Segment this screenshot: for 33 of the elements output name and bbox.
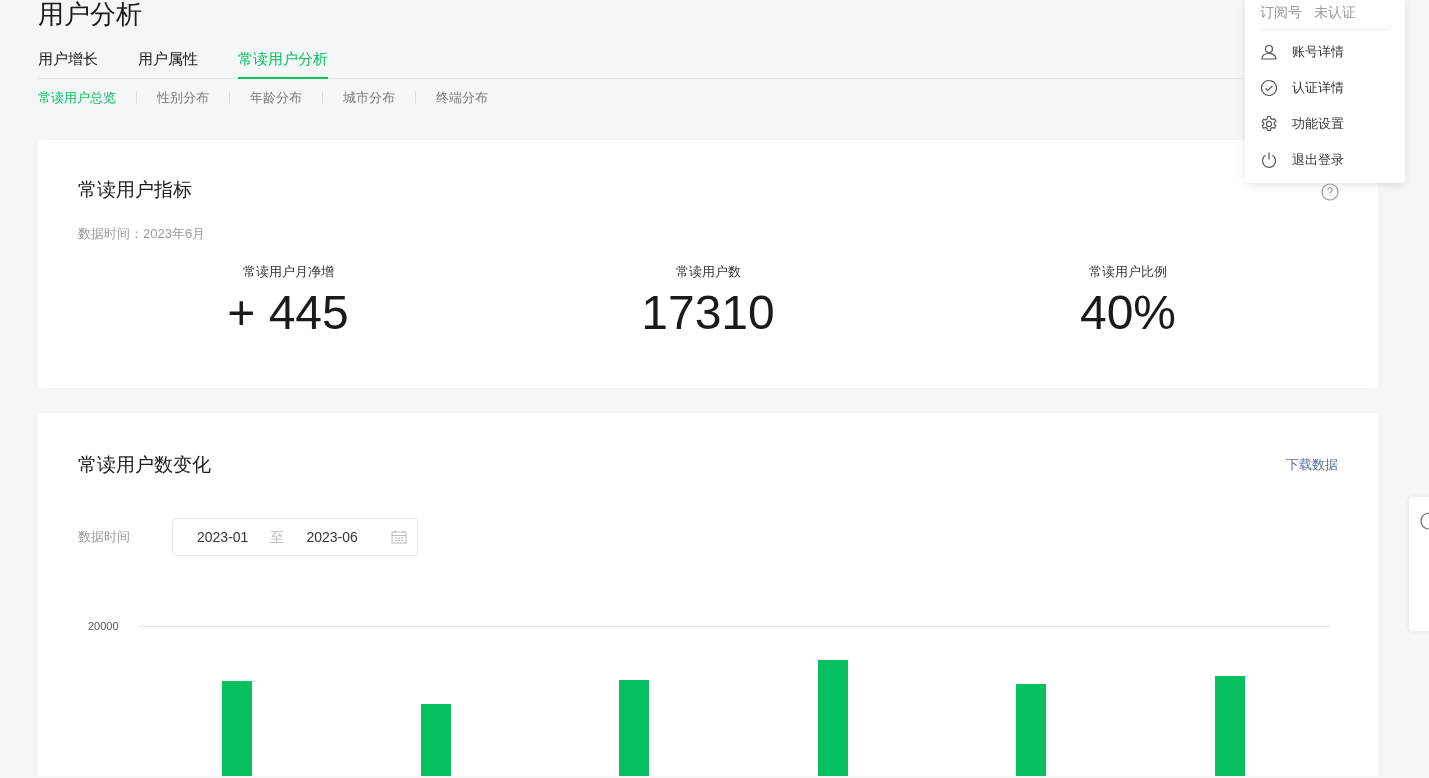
date-range-field[interactable]: 2023-01 至 2023-06	[172, 518, 418, 556]
subtab[interactable]: 年龄分布	[250, 87, 302, 108]
account-type: 订阅号	[1260, 3, 1302, 22]
subtab[interactable]: 城市分布	[343, 87, 395, 108]
settings-icon	[1260, 115, 1278, 133]
help-icon	[1321, 182, 1339, 201]
menu-item[interactable]: 功能设置	[1260, 106, 1390, 142]
subtab[interactable]: 终端分布	[436, 87, 488, 108]
card-title: 常读用户指标	[78, 177, 192, 202]
check-circle-icon	[1260, 79, 1278, 97]
menu-item[interactable]: 账号详情	[1260, 34, 1390, 70]
metric-label: 常读用户月净增	[242, 262, 334, 281]
download-link[interactable]: 下载数据	[1286, 455, 1338, 475]
metric-label: 常读用户比例	[1089, 262, 1167, 281]
data-time: 数据时间：2023年6月	[78, 225, 207, 243]
axis-label: 20000	[88, 619, 119, 634]
card-title: 常读用户数变化	[78, 452, 211, 477]
tab[interactable]: 用户增长	[38, 48, 98, 79]
subtab[interactable]: 性别分布	[157, 87, 209, 108]
metric-value: 40%	[1079, 285, 1177, 341]
user-icon	[1260, 43, 1278, 61]
page-title: 用户分析	[38, 0, 142, 31]
metric-label: 常读用户数	[675, 262, 741, 281]
verification-status: 未认证	[1314, 3, 1356, 22]
metric-value: + 445	[227, 285, 349, 341]
menu-item[interactable]: 认证详情	[1260, 70, 1390, 106]
bar	[421, 704, 451, 776]
menu-item[interactable]: 退出登录	[1260, 142, 1390, 178]
date-label: 数据时间	[78, 528, 131, 547]
metric-value: 17310	[641, 285, 775, 341]
power-icon	[1260, 151, 1278, 169]
tab[interactable]: 用户属性	[138, 48, 198, 79]
calendar-icon	[391, 530, 407, 544]
